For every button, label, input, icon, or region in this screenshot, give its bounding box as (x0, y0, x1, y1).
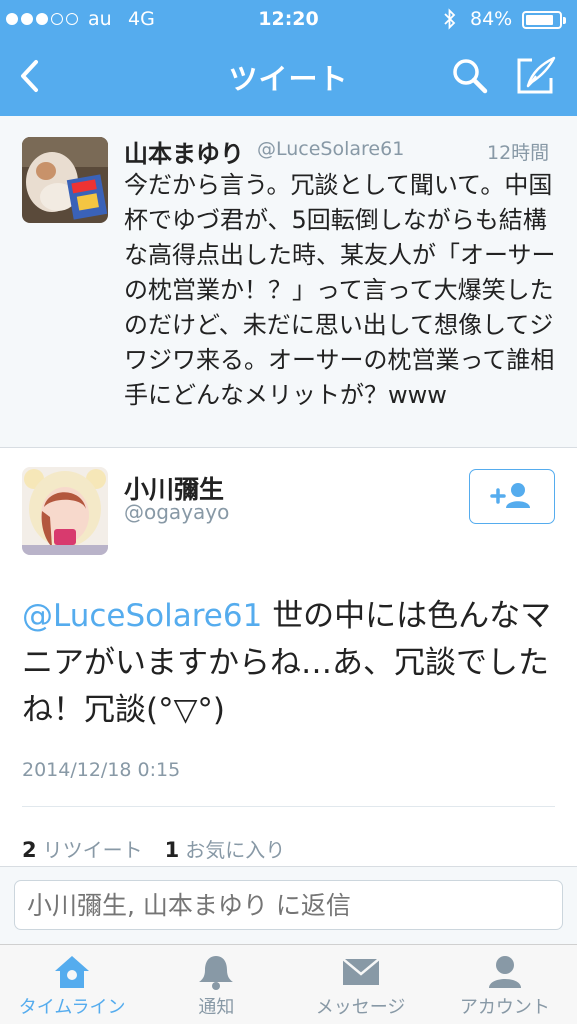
compose-button[interactable] (514, 54, 558, 98)
search-button[interactable] (448, 54, 492, 98)
favorite-count[interactable]: 1 (165, 838, 180, 862)
tab-label: 通知 (198, 997, 235, 1018)
reply-input[interactable] (14, 880, 563, 930)
divider (22, 806, 555, 807)
author-handle[interactable]: @LuceSolare61 (257, 138, 404, 160)
original-tweet[interactable]: 山本まゆり @LuceSolare61 12時間 今だから言う。冗談として聞いて… (0, 116, 577, 448)
tab-timeline[interactable]: タイムライン (0, 945, 144, 1024)
top-bar: au 4G 12:20 84% ツイート (0, 0, 577, 116)
retweet-label[interactable]: リツイート (43, 834, 143, 863)
favorite-label[interactable]: お気に入り (185, 834, 285, 863)
follow-button[interactable] (469, 469, 555, 524)
author-handle[interactable]: @ogayayo (124, 500, 229, 524)
tab-bar: タイムライン 通知 メッセージ アカウント (0, 944, 577, 1024)
tweet-text: 今だから言う。冗談として聞いて。中国杯でゆづ君が、5回転倒しながらも結構な高得点… (124, 171, 556, 409)
reply-text: @LuceSolare61 世の中には色んなマニアがいますからね…あ、冗談でした… (22, 593, 557, 734)
avatar[interactable] (22, 467, 108, 555)
person-icon (488, 956, 521, 988)
tab-notifications[interactable]: 通知 (144, 945, 288, 1024)
compose-icon (517, 56, 556, 94)
search-icon (453, 59, 488, 94)
envelope-icon (341, 958, 380, 985)
reply-bar (0, 866, 577, 944)
status-bar: au 4G 12:20 84% (0, 0, 577, 40)
retweet-count[interactable]: 2 (22, 838, 37, 862)
screen: au 4G 12:20 84% ツイート 山本まゆり @LuceSolare61… (0, 0, 577, 1024)
author-name[interactable]: 山本まゆり (124, 134, 244, 169)
bell-icon (199, 956, 234, 990)
battery-percent: 84% (470, 8, 513, 30)
mention-link[interactable]: @LuceSolare61 (22, 598, 262, 634)
tab-messages[interactable]: メッセージ (289, 945, 433, 1024)
tweet-timestamp: 2014/12/18 0:15 (22, 759, 181, 781)
avatar[interactable] (22, 137, 108, 223)
home-icon (55, 956, 90, 988)
tweet-time: 12時間 (487, 142, 550, 164)
tab-account[interactable]: アカウント (433, 945, 577, 1024)
add-user-icon (490, 483, 530, 508)
bluetooth-icon (442, 8, 458, 35)
tab-label: タイムライン (18, 997, 126, 1018)
tab-label: メッセージ (315, 997, 406, 1018)
battery-icon (522, 11, 566, 29)
tab-label: アカウント (459, 997, 550, 1018)
tweet-stats: 2 リツイート 1 お気に入り (22, 834, 285, 863)
